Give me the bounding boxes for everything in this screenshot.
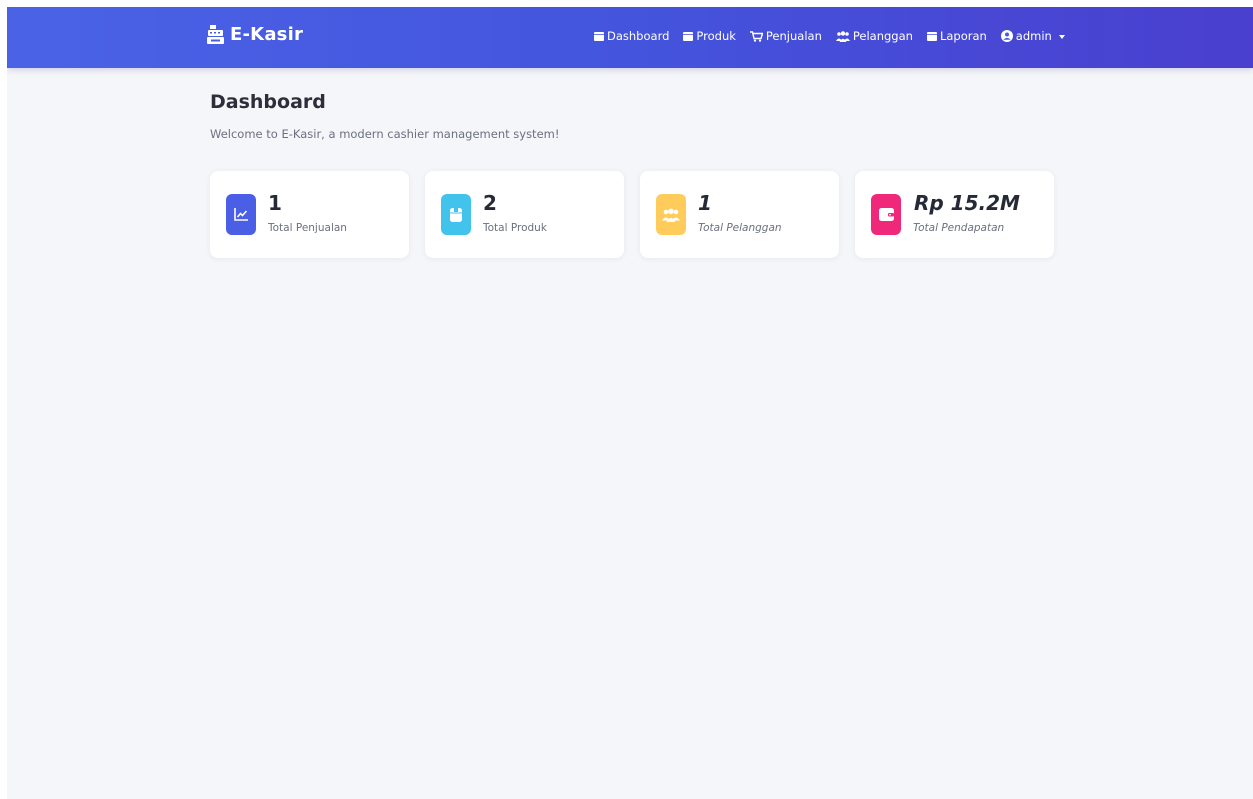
box-icon: [441, 194, 471, 235]
stat-value: 1: [698, 191, 712, 215]
nav-label: Laporan: [939, 29, 987, 43]
page-subtitle: Welcome to E-Kasir, a modern cashier man…: [210, 127, 560, 141]
stat-value: Rp 15.2M: [914, 191, 1020, 215]
nav-label: Penjualan: [765, 29, 822, 43]
users-icon: [656, 194, 686, 235]
chart-line-icon: [226, 194, 256, 235]
users-icon: [835, 30, 850, 42]
nav-item-dashboard[interactable]: Dashboard: [594, 29, 669, 43]
stat-value: 1: [268, 191, 282, 215]
nav-menu: Dashboard Produk Penjualan Pelanggan Lap…: [594, 29, 1065, 43]
navbar: E-Kasir Dashboard Produk Penjualan Pelan…: [7, 7, 1253, 68]
calendar-icon: [926, 31, 937, 41]
brand-link[interactable]: E-Kasir: [207, 24, 303, 45]
nav-item-produk[interactable]: Produk: [683, 29, 736, 43]
nav-item-laporan[interactable]: Laporan: [926, 29, 987, 43]
page-title: Dashboard: [210, 91, 326, 113]
cash-register-icon: [207, 25, 224, 44]
user-dropdown[interactable]: admin: [1000, 29, 1065, 43]
stat-label: Total Pendapatan: [913, 222, 1005, 234]
stat-label: Total Pelanggan: [698, 222, 782, 234]
user-circle-icon: [1000, 30, 1013, 42]
calendar-icon: [594, 31, 604, 41]
nav-label: Dashboard: [607, 29, 670, 43]
brand-name: E-Kasir: [230, 24, 304, 45]
stat-value: 2: [483, 191, 497, 215]
cart-icon: [749, 30, 763, 42]
nav-label: Produk: [696, 29, 736, 43]
nav-label: Pelanggan: [852, 29, 913, 43]
nav-item-penjualan[interactable]: Penjualan: [749, 29, 822, 43]
caret-down-icon: [1058, 34, 1065, 39]
calendar-icon: [683, 31, 694, 41]
stat-card-penjualan: 1 Total Penjualan: [210, 171, 409, 258]
stat-card-pendapatan: Rp 15.2M Total Pendapatan: [855, 171, 1054, 258]
app-frame: E-Kasir Dashboard Produk Penjualan Pelan…: [7, 7, 1253, 799]
stats-cards: 1 Total Penjualan 2 Total Produk 1 Total…: [210, 171, 1054, 258]
stat-label: Total Produk: [483, 222, 547, 234]
stat-card-produk: 2 Total Produk: [425, 171, 624, 258]
stat-label: Total Penjualan: [268, 222, 347, 234]
nav-item-pelanggan[interactable]: Pelanggan: [835, 29, 913, 43]
stat-card-pelanggan: 1 Total Pelanggan: [640, 171, 839, 258]
wallet-icon: [871, 194, 901, 235]
user-name: admin: [1015, 29, 1052, 43]
